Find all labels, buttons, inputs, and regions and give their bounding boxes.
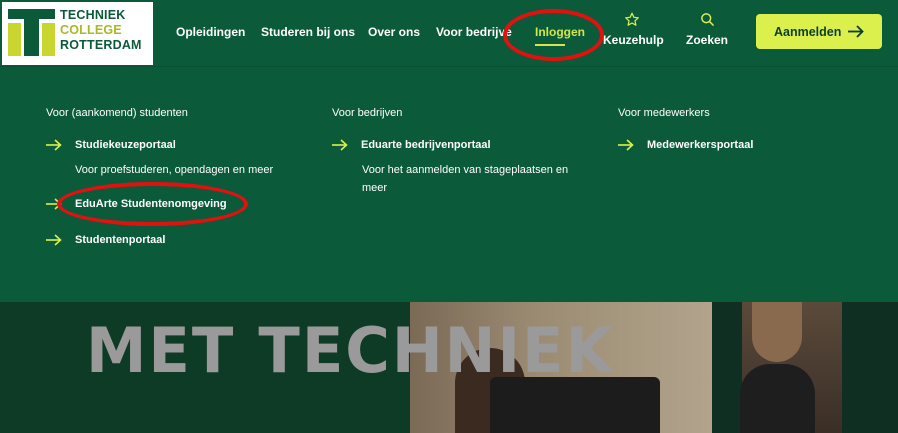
nav-opleidingen[interactable]: Opleidingen [176,25,245,39]
link-eduarte-bedrijvenportaal[interactable]: Eduarte bedrijvenportaal [332,139,491,151]
link-studentenportaal[interactable]: Studentenportaal [46,234,165,246]
star-icon [625,12,639,26]
link-medewerkersportaal[interactable]: Medewerkersportaal [618,139,753,151]
logo[interactable]: TECHNIEK COLLEGE ROTTERDAM [2,2,153,65]
arrow-right-icon [46,234,62,246]
column-title-employees: Voor medewerkers [618,107,710,119]
hero-headline: MET TECHNIEK [86,314,615,387]
nav-voor-bedrijven[interactable]: Voor bedrijven [436,25,512,39]
hero-body-image [740,364,815,433]
nav-studeren-bij-ons[interactable]: Studeren bij ons [261,25,355,39]
search-icon [700,13,714,26]
nav-keuzehulp[interactable]: Keuzehulp [603,12,664,47]
inloggen-dropdown: Voor (aankomend) studenten Studiekeuzepo… [0,66,898,302]
nav-active-indicator [535,44,565,46]
hero-face-image [752,302,802,362]
link-description: Voor het aanmelden van stageplaatsen en … [362,164,569,194]
link-label: Medewerkersportaal [647,139,754,151]
link-description: Voor proefstuderen, opendagen en meer [75,164,274,176]
column-title-companies: Voor bedrijven [332,107,403,119]
arrow-right-icon [332,139,348,151]
hero-section: MET TECHNIEK [0,302,898,433]
link-label: EduArte Studentenomgeving [75,198,227,210]
arrow-right-icon [46,198,62,210]
logo-mark-icon [8,9,55,56]
zoeken-label: Zoeken [685,33,728,47]
aanmelden-label: Aanmelden [774,24,842,39]
link-label: Eduarte bedrijvenportaal [361,139,491,151]
nav-inloggen[interactable]: Inloggen [535,25,585,39]
column-title-students: Voor (aankomend) studenten [46,107,188,119]
arrow-right-icon [848,25,864,38]
link-label: Studentenportaal [75,234,166,246]
arrow-right-icon [618,139,634,151]
aanmelden-button[interactable]: Aanmelden [756,14,882,49]
keuzehulp-label: Keuzehulp [603,33,664,47]
nav-zoeken[interactable]: Zoeken [684,12,730,47]
logo-text: TECHNIEK COLLEGE ROTTERDAM [60,8,142,52]
link-label: Studiekeuzeportaal [75,139,176,151]
link-eduarte-studentenomgeving[interactable]: EduArte Studentenomgeving [46,198,227,210]
site-header: TECHNIEK COLLEGE ROTTERDAM Opleidingen S… [0,0,898,66]
nav-over-ons[interactable]: Over ons [368,25,420,39]
arrow-right-icon [46,139,62,151]
link-studiekeuzeportaal[interactable]: Studiekeuzeportaal [46,139,176,151]
